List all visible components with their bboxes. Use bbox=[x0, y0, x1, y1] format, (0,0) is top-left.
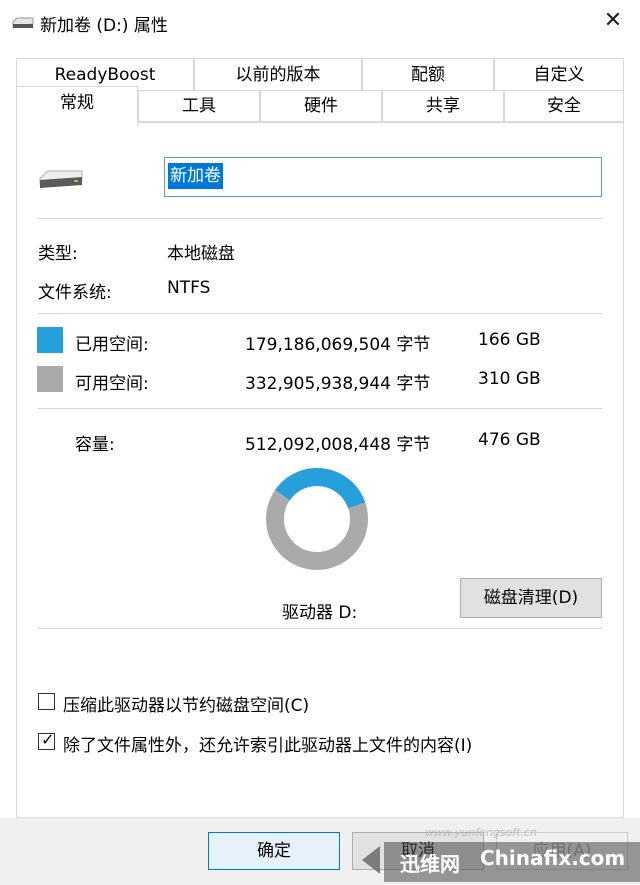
watermark-text: 迅维网 bbox=[400, 852, 460, 876]
capacity-bytes: 512,092,008,448 字节 bbox=[245, 435, 431, 455]
watermark-brand: Chinafix.com bbox=[480, 846, 626, 870]
index-checkbox[interactable]: ✓ bbox=[38, 730, 55, 750]
separator bbox=[38, 408, 602, 409]
index-label: 除了文件属性外，还允许索引此驱动器上文件的内容(I) bbox=[63, 736, 473, 756]
close-button[interactable]: ✕ bbox=[600, 8, 626, 34]
drive-icon bbox=[38, 168, 84, 194]
window-title: 新加卷 (D:) 属性 bbox=[40, 16, 168, 36]
capacity-size: 476 GB bbox=[478, 430, 541, 450]
ok-button[interactable]: 确定 bbox=[208, 832, 340, 870]
tab-customize[interactable]: 自定义 bbox=[494, 58, 624, 90]
volume-name-input[interactable] bbox=[164, 157, 602, 197]
tab-tools[interactable]: 工具 bbox=[138, 90, 260, 122]
used-space-swatch bbox=[37, 327, 63, 353]
tab-security[interactable]: 安全 bbox=[504, 90, 624, 122]
free-space-bytes: 332,905,938,944 字节 bbox=[245, 374, 431, 394]
separator bbox=[38, 218, 602, 219]
free-space-size: 310 GB bbox=[478, 369, 541, 389]
capacity-label: 容量: bbox=[75, 435, 115, 455]
filesystem-value: NTFS bbox=[167, 278, 211, 298]
tab-sharing[interactable]: 共享 bbox=[382, 90, 504, 122]
usage-donut-chart bbox=[266, 468, 368, 570]
drive-small-icon bbox=[12, 15, 34, 34]
separator bbox=[38, 313, 602, 314]
tab-strip: ReadyBoost 以前的版本 配额 自定义 常规 工具 硬件 共享 安全 bbox=[0, 44, 640, 126]
compress-checkbox[interactable] bbox=[38, 693, 55, 710]
type-label: 类型: bbox=[38, 244, 78, 264]
volume-name-text: 新加卷 bbox=[168, 163, 223, 189]
tab-general[interactable]: 常规 bbox=[16, 86, 138, 126]
tab-previous-versions[interactable]: 以前的版本 bbox=[194, 58, 362, 90]
type-value: 本地磁盘 bbox=[167, 244, 235, 264]
used-space-label: 已用空间: bbox=[75, 335, 149, 355]
drive-letter-label: 驱动器 D: bbox=[282, 603, 358, 623]
free-space-label: 可用空间: bbox=[75, 374, 149, 394]
filesystem-label: 文件系统: bbox=[38, 283, 112, 303]
separator bbox=[38, 628, 602, 629]
checkmark-icon: ✓ bbox=[41, 730, 55, 749]
used-space-bytes: 179,186,069,504 字节 bbox=[245, 335, 431, 355]
free-space-swatch bbox=[37, 366, 63, 392]
title-bar: 新加卷 (D:) 属性 ✕ bbox=[0, 0, 640, 44]
tab-hardware[interactable]: 硬件 bbox=[260, 90, 382, 122]
watermark-url: www.yunfengsoft.cn bbox=[425, 826, 537, 839]
compress-label: 压缩此驱动器以节约磁盘空间(C) bbox=[63, 696, 310, 716]
tab-quota[interactable]: 配额 bbox=[362, 58, 494, 90]
disk-cleanup-button[interactable]: 磁盘清理(D) bbox=[460, 578, 602, 618]
used-space-size: 166 GB bbox=[478, 330, 541, 350]
